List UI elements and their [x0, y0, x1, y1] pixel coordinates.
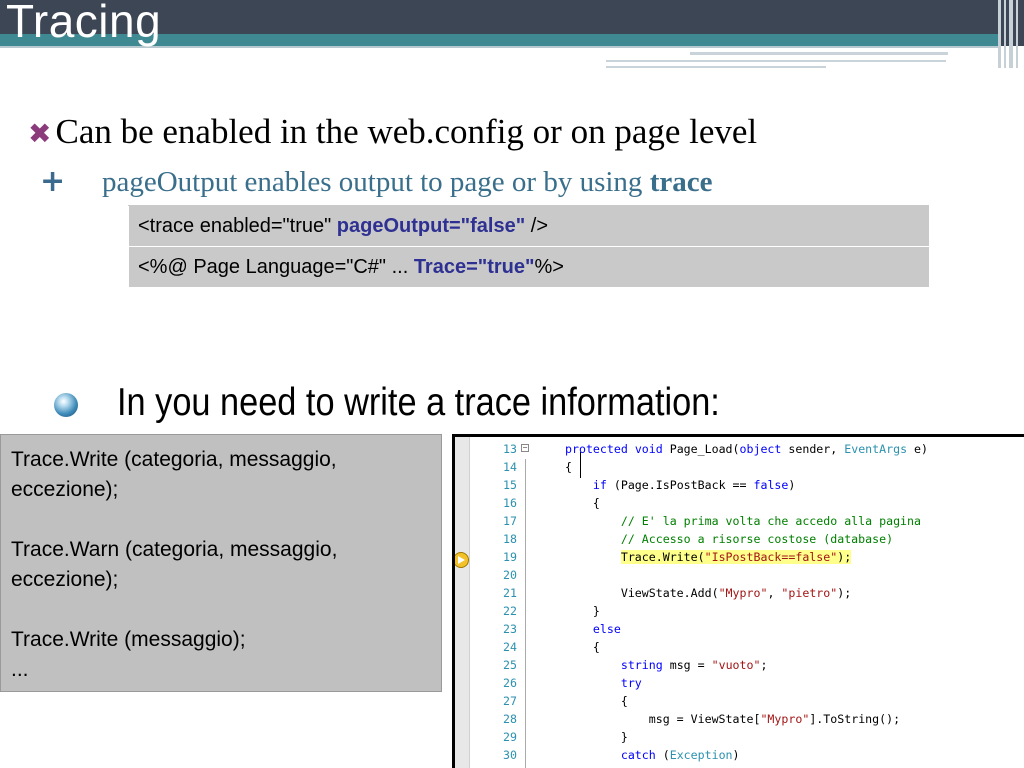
api-line: Trace.Write (messaggio); — [11, 628, 246, 651]
line-number: 17 — [503, 514, 517, 528]
sphere-bullet-icon — [54, 393, 78, 417]
title-decoration — [606, 66, 826, 68]
code-line: 27 { — [455, 692, 1024, 710]
code-line: 25 string msg = "vuoto"; — [455, 656, 1024, 674]
line-number: 23 — [503, 622, 517, 636]
line-number: 16 — [503, 496, 517, 510]
trace-api-box: Trace.Write (categoria, messaggio, eccez… — [0, 434, 442, 692]
line-number: 20 — [503, 568, 517, 582]
title-decoration — [690, 52, 948, 55]
line-number: 28 — [503, 712, 517, 726]
api-line: eccezione); — [11, 568, 119, 591]
row2-suffix: %> — [534, 255, 564, 278]
code-line: 19 Trace.Write("IsPostBack==false"); — [455, 548, 1024, 566]
code-line: 30 catch (Exception) — [455, 746, 1024, 764]
line-number: 24 — [503, 640, 517, 654]
code-text: try — [620, 676, 642, 690]
code-text: string msg = "vuoto"; — [620, 658, 768, 672]
code-line: 21 ViewState.Add("Mypro", "pietro"); — [455, 584, 1024, 602]
code-text: ViewState.Add("Mypro", "pietro"); — [565, 586, 852, 600]
code-line: 14 { — [455, 458, 1024, 476]
table-cell: <%@ Page Language="C#" ... Trace="true"%… — [128, 246, 930, 288]
code-text: else — [592, 622, 621, 636]
line-number: 18 — [503, 532, 517, 546]
row1-highlight: pageOutput="false" — [336, 214, 526, 237]
api-line: Trace.Write (categoria, messaggio, — [11, 448, 337, 471]
code-text: } — [565, 730, 628, 744]
api-line — [11, 505, 431, 535]
line-number: 26 — [503, 676, 517, 690]
collapse-icon: − — [521, 443, 529, 452]
code-text: msg = ViewState["Mypro"].ToString(); — [565, 712, 901, 726]
code-line: 18 // Accesso a risorse costose (databas… — [455, 530, 1024, 548]
sub-bullet-prefix: pageOutput enables output to page or by … — [102, 166, 650, 198]
code-line: 17 // E' la prima volta che accedo alla … — [455, 512, 1024, 530]
trace-heading: In you need to write a trace information… — [117, 381, 720, 424]
line-number: 14 — [503, 460, 517, 474]
slide-title: Tracing — [6, 0, 162, 47]
bullet-text: Can be enabled in the web.config or on p… — [55, 112, 758, 151]
title-decoration — [606, 60, 946, 62]
code-line: 22 } — [455, 602, 1024, 620]
code-text: catch (Exception) — [620, 748, 740, 762]
code-line: 15 if (Page.IsPostBack == false) — [455, 476, 1024, 494]
bullet-enable-options: ✖ Can be enabled in the web.config or on… — [28, 112, 757, 152]
title-vertical-bars — [994, 0, 1024, 68]
api-line: Trace.Warn (categoria, messaggio, — [11, 538, 338, 561]
code-text: // E' la prima volta che accedo alla pag… — [620, 514, 921, 528]
line-number: 21 — [503, 586, 517, 600]
sub-bullet-bold: trace — [649, 166, 713, 198]
code-line: 24 { — [455, 638, 1024, 656]
code-line: 16 { — [455, 494, 1024, 512]
code-text: Trace.Write("IsPostBack==false"); — [620, 550, 852, 564]
code-line: 13− protected void Page_Load(object sende… — [455, 440, 1024, 458]
api-line: ... — [11, 658, 29, 681]
row2-highlight: Trace="true" — [413, 255, 535, 278]
table-cell: <trace enabled="true" pageOutput="false"… — [128, 205, 930, 247]
x-mark-icon: ✖ — [28, 117, 52, 150]
line-number: 22 — [503, 604, 517, 618]
code-editor: 13− protected void Page_Load(object sende… — [452, 434, 1024, 768]
line-number: 15 — [503, 478, 517, 492]
row2-prefix: <%@ Page Language="C#" ... — [138, 255, 414, 278]
line-number: 25 — [503, 658, 517, 672]
line-number: 19 — [503, 550, 517, 564]
line-number: 29 — [503, 730, 517, 744]
code-text: { — [565, 496, 600, 510]
code-line: 28 msg = ViewState["Mypro"].ToString(); — [455, 710, 1024, 728]
row1-prefix: <trace enabled="true" — [138, 214, 337, 237]
table-row: <%@ Page Language="C#" ... Trace="true"%… — [128, 246, 930, 288]
code-text: { — [565, 640, 600, 654]
table-row: <trace enabled="true" pageOutput="false"… — [128, 205, 930, 247]
api-line — [11, 595, 431, 625]
bullet-page-output: + pageOutput enables output to page or b… — [40, 164, 712, 199]
line-number: 27 — [503, 694, 517, 708]
code-text: { — [565, 460, 572, 474]
plus-icon: + — [40, 164, 66, 199]
code-text: if (Page.IsPostBack == false) — [592, 478, 796, 492]
code-line: 20 — [455, 566, 1024, 584]
row1-suffix: /> — [525, 214, 549, 237]
line-number: 13 — [503, 442, 517, 456]
code-line: 23 else — [455, 620, 1024, 638]
sub-bullet-text: pageOutput enables output to page or by … — [102, 166, 712, 199]
code-text: protected void Page_Load(object sender, … — [565, 442, 929, 456]
config-table: <trace enabled="true" pageOutput="false"… — [128, 205, 930, 288]
line-number: 30 — [503, 748, 517, 762]
code-line: 26 try — [455, 674, 1024, 692]
code-line: 29 } — [455, 728, 1024, 746]
code-text: { — [565, 694, 628, 708]
api-line: eccezione); — [11, 478, 119, 501]
code-text: // Accesso a risorse costose (database) — [620, 532, 894, 546]
code-text: } — [565, 604, 600, 618]
